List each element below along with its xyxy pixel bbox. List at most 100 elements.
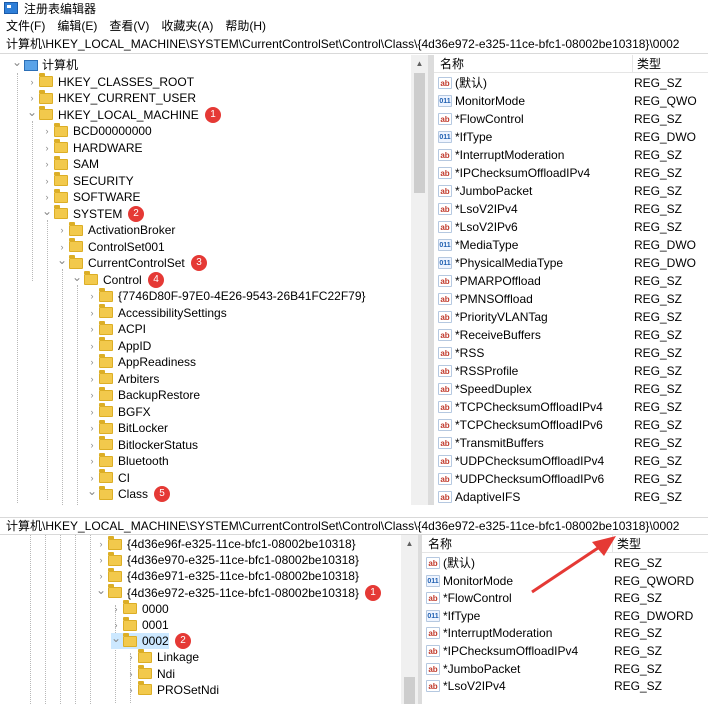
menu-edit[interactable]: 编辑(E) xyxy=(51,16,103,36)
value-row[interactable]: ab *LsoV2IPv4 REG_SZ xyxy=(434,200,708,218)
tree-scroll-thumb-bottom[interactable] xyxy=(404,677,415,704)
tree-node[interactable]: ⌄ SYSTEM xyxy=(42,203,122,222)
value-row[interactable]: 011 *PhysicalMediaType REG_DWO xyxy=(434,254,708,272)
tree-node[interactable]: › BCD00000000 xyxy=(42,122,152,139)
column-header-name[interactable]: 名称 xyxy=(428,535,452,553)
menu-view[interactable]: 查看(V) xyxy=(103,16,155,36)
chevron-right-icon[interactable]: › xyxy=(27,74,37,90)
tree-node[interactable]: › HKEY_CLASSES_ROOT xyxy=(27,73,194,90)
tree-node[interactable]: › {7746D80F-97E0-4E26-9543-26B41FC22F79} xyxy=(87,287,366,304)
value-row[interactable]: ab *ReceiveBuffers REG_SZ xyxy=(434,326,708,344)
chevron-right-icon[interactable]: › xyxy=(42,156,52,172)
chevron-right-icon[interactable]: › xyxy=(87,420,97,436)
tree-node[interactable]: › Arbiters xyxy=(87,370,159,387)
value-row[interactable]: 011 *IfType REG_DWORD xyxy=(422,607,708,625)
chevron-down-icon[interactable]: ⌄ xyxy=(111,630,121,646)
column-header-name[interactable]: 名称 xyxy=(440,55,464,73)
tree-node[interactable]: › ControlSet001 xyxy=(57,238,165,255)
value-row[interactable]: ab *LsoV2IPv6 REG_SZ xyxy=(434,218,708,236)
chevron-down-icon[interactable]: ⌄ xyxy=(96,582,106,598)
chevron-down-icon[interactable]: ⌄ xyxy=(57,252,67,268)
chevron-right-icon[interactable]: › xyxy=(42,173,52,189)
chevron-right-icon[interactable]: › xyxy=(87,338,97,354)
value-row[interactable]: ab *TCPChecksumOffloadIPv6 REG_SZ xyxy=(434,416,708,434)
chevron-right-icon[interactable]: › xyxy=(126,666,136,682)
tree-scrollbar[interactable]: ▲ xyxy=(411,55,428,505)
chevron-right-icon[interactable]: › xyxy=(87,354,97,370)
value-row[interactable]: ab AdaptiveIFS REG_SZ xyxy=(434,488,708,505)
chevron-right-icon[interactable]: › xyxy=(87,404,97,420)
tree-node[interactable]: › {4d36e96f-e325-11ce-bfc1-08002be10318} xyxy=(96,535,356,552)
chevron-down-icon[interactable]: ⌄ xyxy=(12,55,22,70)
value-row[interactable]: ab *TransmitBuffers REG_SZ xyxy=(434,434,708,452)
value-row[interactable]: ab *SpeedDuplex REG_SZ xyxy=(434,380,708,398)
tree-node[interactable]: › BitlockerStatus xyxy=(87,436,198,453)
chevron-right-icon[interactable]: › xyxy=(57,222,67,238)
tree-node[interactable]: › AppID xyxy=(87,337,151,354)
value-row[interactable]: 011 *MediaType REG_DWO xyxy=(434,236,708,254)
chevron-right-icon[interactable]: › xyxy=(87,288,97,304)
value-row[interactable]: ab *PMNSOffload REG_SZ xyxy=(434,290,708,308)
value-row[interactable]: ab *JumboPacket REG_SZ xyxy=(422,660,708,678)
menu-help[interactable]: 帮助(H) xyxy=(219,16,272,36)
tree-node[interactable]: ⌄ {4d36e972-e325-11ce-bfc1-08002be10318} xyxy=(96,582,359,601)
value-row[interactable]: ab *IPChecksumOffloadIPv4 REG_SZ xyxy=(434,164,708,182)
scroll-up-arrow-icon[interactable]: ▲ xyxy=(401,535,418,551)
tree-node[interactable]: ⌄ 计算机 xyxy=(12,55,78,73)
chevron-down-icon[interactable]: ⌄ xyxy=(72,269,82,285)
tree-node[interactable]: ⌄ 0002 xyxy=(111,630,169,650)
value-row[interactable]: ab *TCPChecksumOffloadIPv4 REG_SZ xyxy=(434,398,708,416)
tree-node[interactable]: ⌄ HKEY_LOCAL_MACHINE xyxy=(27,105,199,123)
value-row[interactable]: ab (默认) REG_SZ xyxy=(434,74,708,92)
chevron-right-icon[interactable]: › xyxy=(87,437,97,453)
tree-node[interactable]: › SAM xyxy=(42,155,99,172)
chevron-right-icon[interactable]: › xyxy=(87,453,97,469)
tree-node[interactable]: › BitLocker xyxy=(87,419,168,436)
value-row[interactable]: ab *UDPChecksumOffloadIPv4 REG_SZ xyxy=(434,452,708,470)
chevron-down-icon[interactable]: ⌄ xyxy=(87,483,97,499)
chevron-right-icon[interactable]: › xyxy=(87,321,97,337)
value-row[interactable]: ab *UDPChecksumOffloadIPv6 REG_SZ xyxy=(434,470,708,488)
value-row[interactable]: 011 MonitorMode REG_QWO xyxy=(434,92,708,110)
value-row[interactable]: 011 *IfType REG_DWO xyxy=(434,128,708,146)
tree-node[interactable]: ⌄ Control xyxy=(72,269,142,288)
tree-node[interactable]: › Ndi xyxy=(126,665,175,682)
value-row[interactable]: ab *InterruptModeration REG_SZ xyxy=(434,146,708,164)
chevron-right-icon[interactable]: › xyxy=(87,371,97,387)
value-row[interactable]: ab *PMARPOffload REG_SZ xyxy=(434,272,708,290)
value-row[interactable]: ab *IPChecksumOffloadIPv4 REG_SZ xyxy=(422,642,708,660)
tree-node[interactable]: › ACPI xyxy=(87,320,146,337)
tree-node[interactable]: › BGFX xyxy=(87,403,151,420)
chevron-right-icon[interactable]: › xyxy=(111,601,121,617)
tree-node[interactable]: › HKEY_CURRENT_USER xyxy=(27,89,196,106)
tree-node[interactable]: › SECURITY xyxy=(42,172,134,189)
chevron-right-icon[interactable]: › xyxy=(87,305,97,321)
menu-file[interactable]: 文件(F) xyxy=(0,16,51,36)
tree-node[interactable]: › 0000 xyxy=(111,600,169,617)
scroll-up-arrow-icon[interactable]: ▲ xyxy=(411,55,428,71)
tree-node[interactable]: › SOFTWARE xyxy=(42,188,141,205)
tree-node[interactable]: ⌄ Class xyxy=(87,483,148,502)
value-row[interactable]: ab *JumboPacket REG_SZ xyxy=(434,182,708,200)
tree-node[interactable]: › {4d36e970-e325-11ce-bfc1-08002be10318} xyxy=(96,551,359,568)
value-row[interactable]: ab *InterruptModeration REG_SZ xyxy=(422,624,708,642)
address-bar[interactable]: 计算机\HKEY_LOCAL_MACHINE\SYSTEM\CurrentCon… xyxy=(0,36,708,54)
value-row[interactable]: ab *PriorityVLANTag REG_SZ xyxy=(434,308,708,326)
tree-node[interactable]: › BackupRestore xyxy=(87,386,200,403)
chevron-down-icon[interactable]: ⌄ xyxy=(42,203,52,219)
chevron-right-icon[interactable]: › xyxy=(87,387,97,403)
menu-favorites[interactable]: 收藏夹(A) xyxy=(155,16,219,36)
tree-scrollbar-bottom[interactable]: ▲ xyxy=(401,535,418,704)
value-row[interactable]: ab *RSS REG_SZ xyxy=(434,344,708,362)
value-row[interactable]: ab *RSSProfile REG_SZ xyxy=(434,362,708,380)
column-header-type[interactable]: 类型 xyxy=(632,55,661,73)
value-row[interactable]: ab *FlowControl REG_SZ xyxy=(434,110,708,128)
tree-node[interactable]: › {4d36e971-e325-11ce-bfc1-08002be10318} xyxy=(96,567,359,584)
tree-node[interactable]: › ActivationBroker xyxy=(57,221,175,238)
tree-node[interactable]: › AccessibilitySettings xyxy=(87,304,227,321)
tree-node[interactable]: › HARDWARE xyxy=(42,139,143,156)
tree-node[interactable]: › AppReadiness xyxy=(87,353,196,370)
tree-node[interactable]: › Bluetooth xyxy=(87,452,169,469)
chevron-right-icon[interactable]: › xyxy=(126,649,136,665)
tree-scroll-thumb[interactable] xyxy=(414,73,425,193)
